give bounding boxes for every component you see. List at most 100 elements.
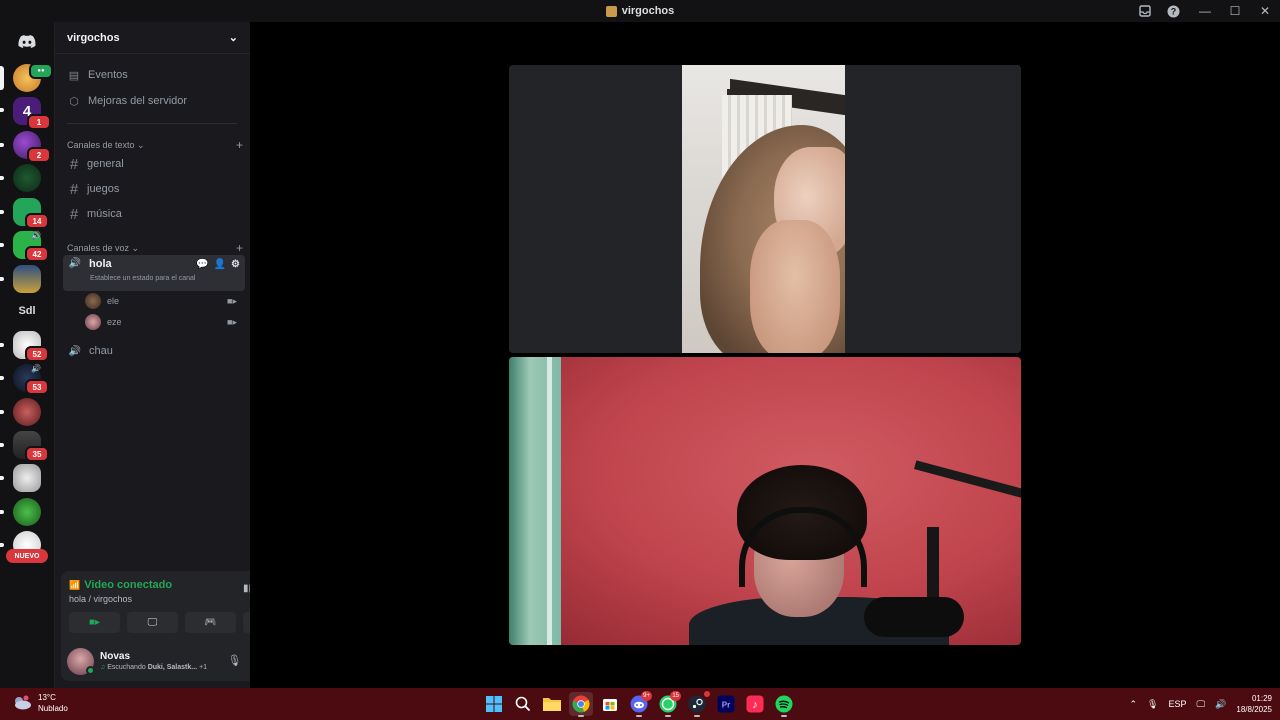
server-badge: 2 <box>27 147 51 163</box>
title-bar: virgochos ? — ☐ ✕ <box>0 0 1280 22</box>
activity-button[interactable]: 🎮 <box>185 612 236 633</box>
video-tile-eze[interactable] <box>509 357 1021 645</box>
server-badge: 14 <box>25 213 49 229</box>
close-button[interactable]: ✕ <box>1250 0 1280 22</box>
maximize-button[interactable]: ☐ <box>1220 0 1250 22</box>
steam-icon <box>688 695 706 713</box>
speaker-icon: 🔊 <box>68 258 82 269</box>
discord-taskbar-button[interactable]: 9+ <box>627 691 652 717</box>
channel-label: hola <box>89 258 112 270</box>
avatar <box>85 293 101 309</box>
server-icon-13[interactable] <box>13 464 41 492</box>
calendar-icon: ▤ <box>68 69 80 82</box>
server-boosts-link[interactable]: ⬡ Mejoras del servidor <box>63 90 243 112</box>
category-text-channels[interactable]: Canales de texto ⌄ + <box>67 138 243 152</box>
user-name[interactable]: Novas <box>100 651 130 662</box>
temperature: 13°C <box>38 693 56 702</box>
unread-indicator <box>0 243 4 247</box>
voice-channel-hola[interactable]: 🔊 hola Establece un estado para el canal… <box>63 255 245 291</box>
speaker-icon: 🔊 <box>31 231 41 240</box>
channel-label: música <box>87 208 122 220</box>
tiktok-button[interactable]: ♪ <box>743 692 767 716</box>
inbox-icon[interactable] <box>1134 0 1156 22</box>
network-icon[interactable]: 🖵 <box>1197 699 1206 710</box>
channel-label: juegos <box>87 183 120 195</box>
microphone-icon[interactable]: 🎙 <box>227 654 241 667</box>
taskbar: 13°C Nublado 9+ 15 Pr ♪ ⌃ 🎙 ESP 🖵 🔊 01:2… <box>0 688 1280 720</box>
server-icon-7[interactable] <box>13 265 41 293</box>
chat-icon[interactable]: 💬 <box>196 259 208 270</box>
unread-indicator <box>0 410 4 414</box>
gear-icon[interactable]: ⚙ <box>231 259 240 270</box>
invite-icon[interactable]: 👤 <box>214 259 226 270</box>
discord-home-button[interactable] <box>11 26 43 58</box>
steam-button[interactable] <box>685 691 710 717</box>
voice-channel-chau[interactable]: 🔊 chau <box>63 340 245 362</box>
camera-button[interactable]: ■▸ <box>69 612 120 633</box>
search-button[interactable] <box>511 692 535 716</box>
notification-dot <box>704 691 710 697</box>
connection-status: 📶 Video conectado <box>69 579 172 591</box>
help-icon[interactable]: ? <box>1162 0 1184 22</box>
running-indicator <box>694 715 700 717</box>
unread-indicator <box>0 108 4 112</box>
voice-user-ele[interactable]: ele ■▸ <box>85 292 241 310</box>
unread-indicator <box>0 210 4 214</box>
guild-name: virgochos <box>67 31 120 44</box>
start-button[interactable] <box>482 692 506 716</box>
discord-logo-icon <box>18 35 36 48</box>
camera-feed <box>509 357 1021 645</box>
unread-indicator <box>0 277 4 281</box>
store-button[interactable] <box>598 692 622 716</box>
server-icon-14[interactable] <box>13 498 41 526</box>
chrome-button[interactable] <box>569 692 593 717</box>
language-indicator[interactable]: ESP <box>1168 699 1186 709</box>
add-channel-icon[interactable]: + <box>236 138 243 152</box>
server-icon-11[interactable] <box>13 398 41 426</box>
spotify-button[interactable] <box>772 692 796 717</box>
channel-actions: 💬 👤 ⚙ <box>196 259 240 270</box>
activity-prefix: Escuchando <box>107 664 146 671</box>
folder-icon <box>543 698 561 711</box>
server-rail: ●● 4 1 2 14 🔊 42 Sdl 52 🔊 53 35 NUEVO <box>0 22 54 688</box>
unread-indicator <box>0 343 4 347</box>
weather-condition: Nublado <box>38 704 68 713</box>
signal-icon: 📶 <box>69 579 81 590</box>
weather-widget[interactable]: 13°C Nublado <box>12 692 68 714</box>
clock[interactable]: 01:29 18/8/2025 <box>1236 693 1272 715</box>
volume-icon[interactable]: 🔊 <box>1215 699 1226 710</box>
minimize-button[interactable]: — <box>1190 0 1220 22</box>
guild-header[interactable]: virgochos ⌄ <box>55 22 250 54</box>
premiere-button[interactable]: Pr <box>714 692 738 716</box>
running-indicator <box>636 715 642 717</box>
channel-musica[interactable]: # música <box>63 203 245 225</box>
unread-indicator <box>0 443 4 447</box>
boost-icon: ⬡ <box>69 95 79 108</box>
screen-share-button[interactable]: 🖵 <box>127 612 178 633</box>
events-link[interactable]: ▤ Eventos <box>63 64 243 86</box>
add-channel-icon[interactable]: + <box>236 241 243 255</box>
video-tile-ele[interactable] <box>509 65 1021 353</box>
microphone-icon[interactable]: 🎙 <box>1147 699 1158 710</box>
hash-icon: # <box>69 180 79 198</box>
server-sdl[interactable]: Sdl <box>13 297 41 325</box>
voice-user-eze[interactable]: eze ■▸ <box>85 313 241 331</box>
whatsapp-button[interactable]: 15 <box>656 691 681 717</box>
chevron-down-icon: ⌄ <box>228 32 238 44</box>
video-stage <box>250 22 1280 688</box>
taskbar-apps: 9+ 15 Pr ♪ <box>482 691 796 717</box>
chevron-up-icon[interactable]: ⌃ <box>1130 699 1138 710</box>
channel-juegos[interactable]: # juegos <box>63 178 245 200</box>
channel-status[interactable]: Establece un estado para el canal <box>90 275 195 282</box>
notification-badge: 15 <box>670 691 681 701</box>
camera-icon: ■▸ <box>227 295 237 306</box>
spotify-icon <box>775 695 793 713</box>
channel-sidebar: virgochos ⌄ ▤ Eventos ⬡ Mejoras del serv… <box>54 22 298 688</box>
connection-location[interactable]: hola / virgochos <box>69 594 132 604</box>
server-icon-4[interactable] <box>13 164 41 192</box>
channel-general[interactable]: # general <box>63 153 245 175</box>
file-explorer-button[interactable] <box>540 692 564 716</box>
server-badge: 42 <box>25 246 49 262</box>
category-voice-channels[interactable]: Canales de voz ⌄ + <box>67 241 243 255</box>
category-label: Canales de texto <box>67 139 135 150</box>
